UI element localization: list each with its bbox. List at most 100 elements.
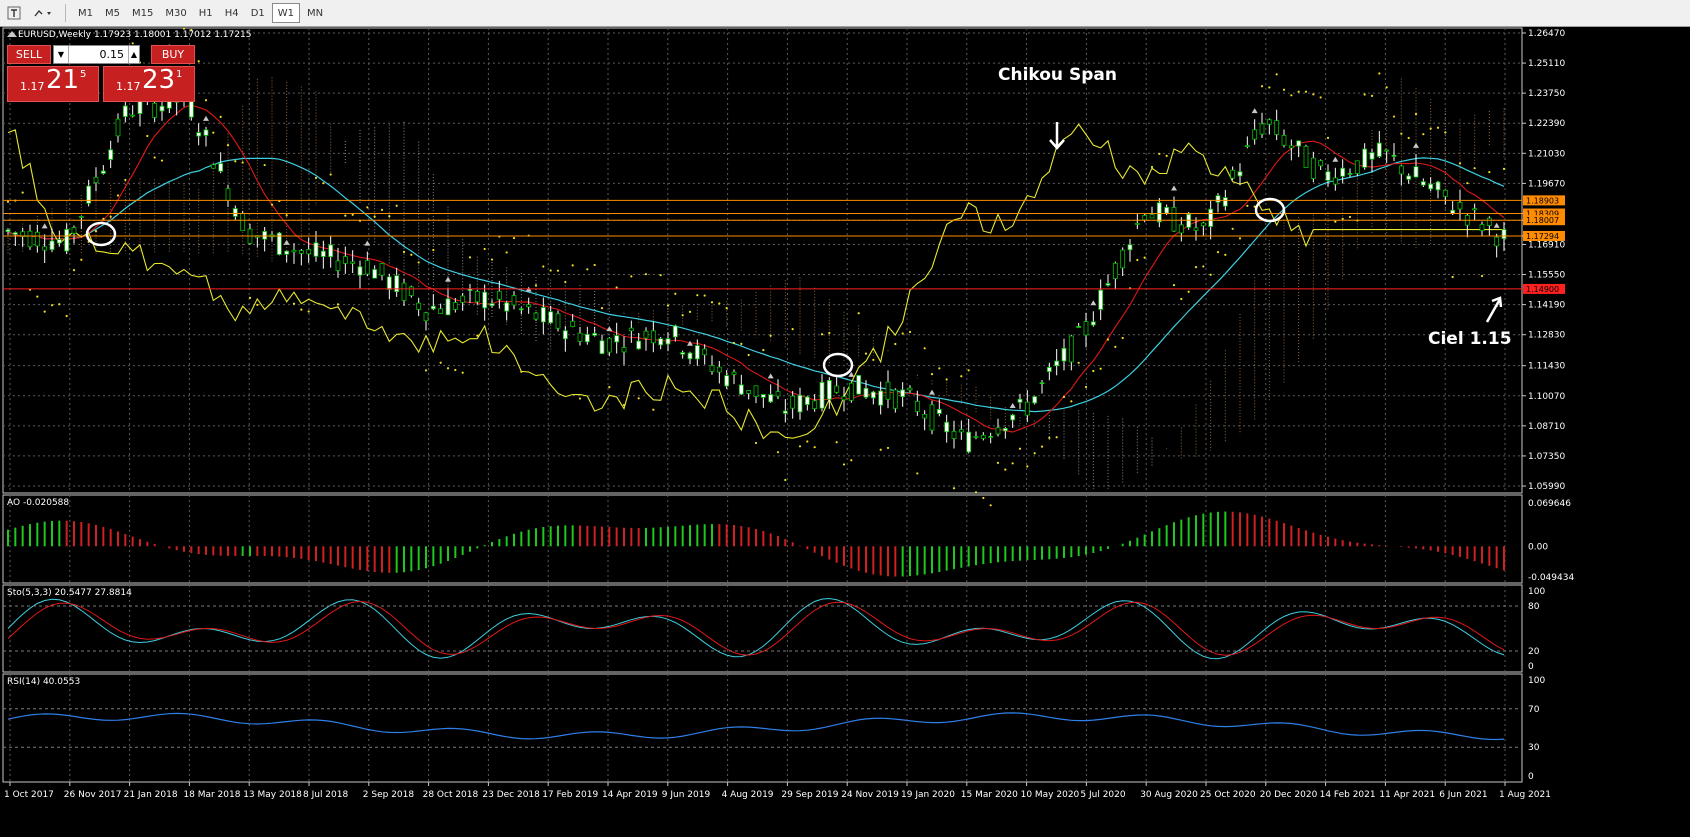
sar-dot	[388, 215, 391, 218]
timeframe-m30-button[interactable]: M30	[160, 3, 191, 23]
sar-dot	[637, 397, 640, 400]
sar-dot	[1275, 73, 1278, 76]
time-axis-label: 9 Jun 2019	[662, 790, 711, 800]
sar-dot	[556, 269, 560, 272]
sto-header: Sto(5,3,3) 20.5477 27.8814	[7, 588, 132, 598]
objects-dropdown-icon[interactable]	[28, 3, 60, 23]
candle-body	[460, 295, 466, 303]
candle-body	[482, 291, 488, 309]
sar-dot	[1488, 170, 1491, 174]
sar-dot	[659, 274, 662, 277]
sar-dot	[696, 294, 699, 297]
sar-dot	[432, 248, 435, 252]
candle-body	[724, 375, 730, 387]
candle-body	[504, 302, 510, 312]
candle-body	[1237, 171, 1243, 177]
timeframe-d1-button[interactable]: D1	[246, 3, 270, 23]
candle-body	[364, 260, 370, 275]
time-axis-label: 18 Mar 2018	[183, 790, 240, 800]
rsi-tick-label: 100	[1528, 676, 1545, 686]
rsi-header: RSI(14) 40.0553	[7, 677, 80, 687]
sar-dot	[402, 250, 406, 254]
lot-size-field[interactable]: ▼ 0.15 ▲	[53, 45, 140, 64]
sar-dot	[285, 214, 288, 217]
candle-body	[1325, 171, 1331, 181]
sar-dot	[212, 131, 215, 134]
chevron-up-icon[interactable]: ▲	[128, 46, 139, 63]
price-tick-label: 1.14190	[1528, 301, 1565, 311]
candle-body	[1369, 152, 1375, 160]
candle-body	[1142, 214, 1148, 221]
sar-dot	[593, 263, 596, 267]
time-axis-label: 19 Jan 2020	[901, 790, 955, 800]
sar-dot	[791, 327, 794, 331]
time-axis-label: 14 Apr 2019	[602, 790, 658, 800]
candle-body	[628, 327, 634, 332]
buy-price-box[interactable]: 1.17 23 1	[103, 65, 195, 102]
timeframe-m1-button[interactable]: M1	[73, 3, 98, 23]
timeframe-buttons: M1 M5 M15 M30 H1 H4 D1 W1 MN	[71, 3, 328, 23]
buy-button[interactable]: BUY	[151, 45, 195, 64]
candle-body	[1112, 262, 1118, 279]
text-tool-icon[interactable]	[2, 3, 26, 23]
candle-body	[1120, 249, 1126, 269]
sar-dot	[1414, 112, 1418, 116]
sar-dot	[769, 334, 772, 337]
candle-body	[1340, 167, 1346, 177]
candle-body	[812, 400, 818, 410]
timeframe-m5-button[interactable]: M5	[100, 3, 125, 23]
sar-dot	[270, 203, 274, 206]
sar-dot	[1026, 465, 1029, 468]
sar-dot	[571, 264, 574, 267]
candle-body	[56, 239, 62, 244]
timeframe-mn-button[interactable]: MN	[302, 3, 328, 23]
candle-body	[599, 340, 605, 355]
candle-body	[856, 374, 862, 395]
sar-dot	[160, 159, 164, 162]
sar-dot	[1172, 283, 1176, 287]
candle-body	[826, 380, 832, 400]
sell-button[interactable]: SELL	[7, 45, 51, 64]
candle-body	[731, 371, 737, 375]
sar-dot	[784, 478, 787, 482]
chart-area[interactable]: 1.26470 1.25110 1.23750 1.22390 1.21030 1.196…	[0, 27, 1690, 837]
candle-body	[577, 332, 583, 342]
sar-dot	[1363, 93, 1366, 96]
timeframe-m15-button[interactable]: M15	[127, 3, 158, 23]
sar-dot	[703, 294, 706, 297]
candle-body	[232, 208, 238, 217]
sar-dot	[153, 156, 156, 159]
candle-body	[291, 249, 297, 253]
candle-body	[878, 390, 884, 406]
sar-dot	[974, 491, 978, 494]
sar-dot	[476, 334, 479, 337]
sar-dot	[600, 306, 604, 310]
candle-body	[1215, 195, 1221, 203]
timeframe-h1-button[interactable]: H1	[194, 3, 218, 23]
sar-dot	[300, 308, 303, 311]
sar-dot	[886, 446, 890, 450]
price-tick-label: 1.23750	[1528, 89, 1565, 99]
rsi-tick-label: 0	[1528, 772, 1534, 782]
time-axis-label: 15 Mar 2020	[961, 790, 1018, 800]
sar-dot	[1392, 115, 1396, 118]
sell-price-box[interactable]: 1.17 21 5	[7, 65, 99, 102]
candle-body	[1472, 208, 1478, 211]
candle-body	[1310, 157, 1316, 179]
sar-dot	[813, 446, 816, 449]
sar-dot	[1143, 256, 1146, 259]
level-label: 1.18007	[1526, 216, 1559, 225]
candle-body	[760, 394, 766, 398]
sar-dot	[1158, 152, 1161, 155]
lot-size-value[interactable]: 0.15	[69, 48, 128, 61]
sar-dot	[329, 173, 332, 176]
timeframe-h4-button[interactable]: H4	[220, 3, 244, 23]
candle-body	[474, 291, 480, 303]
candle-body	[834, 385, 840, 393]
sar-dot	[549, 269, 552, 272]
sar-dot	[1429, 127, 1432, 130]
timeframe-w1-button[interactable]: W1	[271, 3, 301, 23]
candle-body	[958, 429, 964, 433]
chevron-down-icon[interactable]: ▼	[54, 46, 69, 63]
sar-dot	[1099, 367, 1102, 370]
